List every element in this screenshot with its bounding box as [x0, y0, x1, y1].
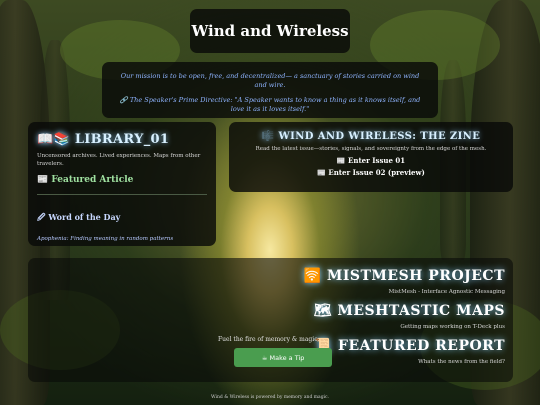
newspaper-icon: 📰 — [317, 169, 326, 177]
library-heading-text: LIBRARY_01 — [74, 132, 170, 147]
issue-01-link[interactable]: 📰 Enter Issue 01 — [237, 156, 505, 165]
newspaper-icon: 📰 — [336, 157, 346, 165]
project-title-text: FEATURED REPORT — [338, 338, 505, 354]
featured-article-link[interactable]: 📰 Featured Article — [37, 175, 207, 185]
project-featured-report[interactable]: 📜 FEATURED REPORT Whats the news from th… — [315, 338, 505, 365]
word-of-the-day-heading: 🖉 Word of the Day — [37, 212, 207, 226]
project-subtitle: MistMesh - Interface Agnostic Messaging — [388, 289, 505, 295]
site-title: Wind and Wireless — [191, 22, 349, 40]
issue-01-label: Enter Issue 01 — [348, 156, 406, 165]
word-of-the-day-label: Word of the Day — [48, 212, 121, 222]
zine-panel: 🎼 WIND AND WIRELESS: THE ZINE Read the l… — [229, 122, 513, 192]
divider — [37, 194, 207, 195]
project-mistmesh[interactable]: 🛜 MISTMESH PROJECT MistMesh - Interface … — [304, 268, 505, 295]
make-a-tip-button[interactable]: ☕ Make a Tip — [234, 348, 332, 367]
featured-article-label: Featured Article — [51, 175, 134, 185]
zine-heading-text: WIND AND WIRELESS: THE ZINE — [278, 131, 481, 142]
tip-prompt: Fuel the fire of memory & magic: — [218, 336, 320, 343]
issue-02-link[interactable]: 📰 Enter Issue 02 (preview) — [237, 168, 505, 177]
pen-icon: 🖉 — [37, 213, 46, 222]
issue-02-label: Enter Issue 02 (preview) — [328, 168, 425, 177]
book-icon: 📖📚 — [37, 132, 70, 147]
zine-description: Read the latest issue—stories, signals, … — [255, 146, 487, 152]
project-title: 📜 FEATURED REPORT — [315, 338, 505, 354]
wireless-icon: 🛜 — [303, 268, 322, 284]
project-subtitle: Whats the news from the field? — [418, 359, 505, 365]
map-icon: 🗺 — [313, 303, 332, 319]
mission-panel: Our mission is to be open, free, and dec… — [102, 62, 438, 118]
music-icon: 🎼 — [261, 131, 275, 142]
word-of-the-day-definition: Apophenia: Finding meaning in random pat… — [37, 236, 174, 242]
project-meshtastic-maps[interactable]: 🗺 MESHTASTIC MAPS Getting maps working o… — [314, 303, 505, 330]
zine-heading[interactable]: 🎼 WIND AND WIRELESS: THE ZINE — [237, 131, 505, 142]
project-title-text: MESHTASTIC MAPS — [337, 303, 505, 319]
prime-directive-text: The Speaker's Prime Directive: "A Speake… — [129, 96, 421, 113]
library-panel: 📖📚 LIBRARY_01 Uncensored archives. Lived… — [28, 122, 216, 246]
project-title-text: MISTMESH PROJECT — [326, 268, 505, 284]
projects-panel: 🛜 MISTMESH PROJECT MistMesh - Interface … — [28, 258, 513, 382]
project-title: 🗺 MESHTASTIC MAPS — [314, 303, 505, 319]
prime-directive: 🔗 The Speaker's Prime Directive: "A Spea… — [114, 96, 426, 114]
project-subtitle: Getting maps working on T-Deck plus — [400, 324, 505, 330]
project-title: 🛜 MISTMESH PROJECT — [304, 268, 505, 284]
link-icon: 🔗 — [119, 96, 128, 104]
mission-statement: Our mission is to be open, free, and dec… — [120, 72, 420, 89]
site-title-box: Wind and Wireless — [190, 9, 350, 53]
library-heading[interactable]: 📖📚 LIBRARY_01 — [37, 132, 207, 147]
library-description: Uncensored archives. Lived experiences. … — [37, 153, 201, 167]
newspaper-icon: 📰 — [37, 175, 49, 185]
footer-text: Wind & Wireless is powered by memory and… — [211, 395, 329, 400]
